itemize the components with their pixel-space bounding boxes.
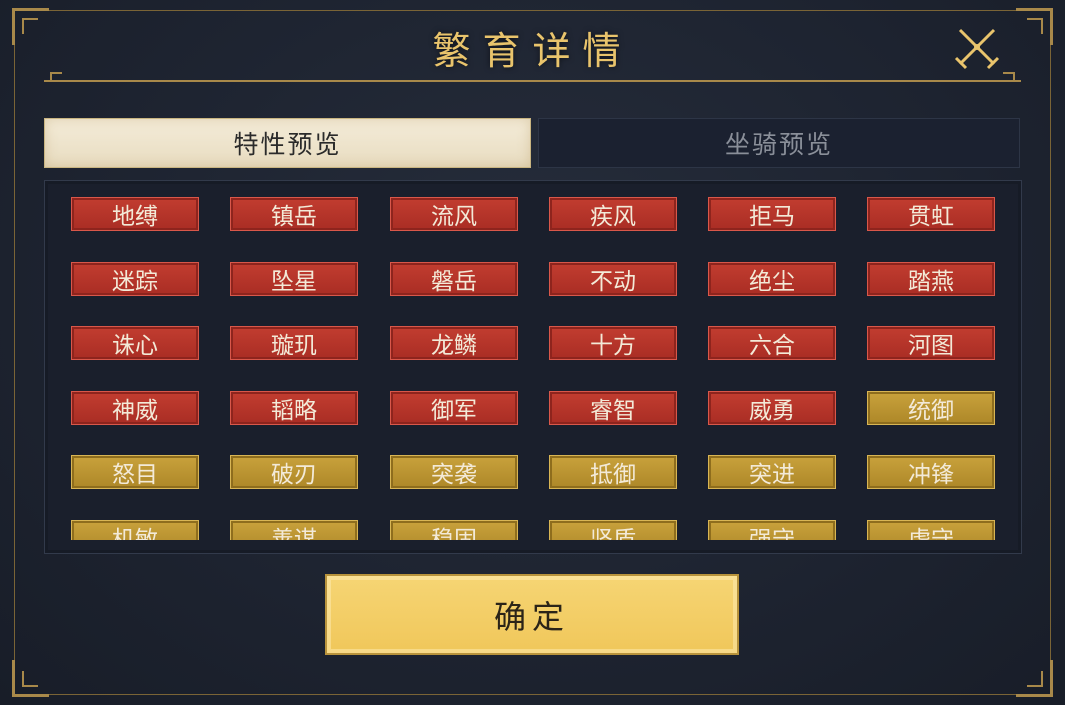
trait-tag[interactable]: 怒目 [71,455,199,489]
trait-tag[interactable]: 迷踪 [71,262,199,296]
corner-ornament [1027,671,1043,687]
trait-tag[interactable]: 龙鳞 [390,326,518,360]
trait-tag[interactable]: 地缚 [71,197,199,231]
trait-tag[interactable]: 抵御 [549,455,677,489]
trait-tag[interactable]: 六合 [708,326,836,360]
trait-tag[interactable]: 绝尘 [708,262,836,296]
trait-tag[interactable]: 璇玑 [230,326,358,360]
tab-mount-preview[interactable]: 坐骑预览 [538,118,1020,168]
trait-tag[interactable]: 机敏 [71,520,199,540]
trait-tag[interactable]: 韬略 [230,391,358,425]
trait-tag[interactable]: 破刃 [230,455,358,489]
trait-tag[interactable]: 睿智 [549,391,677,425]
trait-tag[interactable]: 统御 [867,391,995,425]
trait-tag[interactable]: 贯虹 [867,197,995,231]
crossed-swords-close-icon [954,28,1000,70]
trait-tag[interactable]: 稳固 [390,520,518,540]
trait-tag[interactable]: 疾风 [549,197,677,231]
trait-tag[interactable]: 冲锋 [867,455,995,489]
trait-tag[interactable]: 神威 [71,391,199,425]
close-button[interactable] [952,24,1002,70]
trait-tag[interactable]: 镇岳 [230,197,358,231]
trait-tag[interactable]: 十方 [549,326,677,360]
trait-tag[interactable]: 突进 [708,455,836,489]
trait-tag[interactable]: 磐岳 [390,262,518,296]
title-divider [44,72,1021,82]
confirm-button[interactable]: 确定 [325,574,739,655]
trait-grid-panel: 地缚 镇岳 流风 疾风 拒马 贯虹迷踪 坠星 磐岳 不动 绝尘 踏燕诛心 璇玑 龙鳞 十方 六合 河图神威 韬略… [44,180,1022,554]
trait-tag[interactable]: 强守 [708,520,836,540]
trait-tag[interactable]: 突袭 [390,455,518,489]
dialog-title: 繁育详情 [432,29,633,73]
trait-tag[interactable]: 诛心 [71,326,199,360]
trait-tag[interactable]: 踏燕 [867,262,995,296]
trait-tag[interactable]: 坚盾 [549,520,677,540]
trait-tag[interactable]: 善谋 [230,520,358,540]
breeding-details-dialog: 繁育详情 特性预览 坐骑预览 地缚 镇岳 流风 疾风 拒马 贯虹迷踪 坠星 磐岳 不动 绝尘 踏燕诛… [0,0,1065,705]
trait-tag[interactable]: 流风 [390,197,518,231]
trait-tag[interactable]: 河图 [867,326,995,360]
trait-tag[interactable]: 御军 [390,391,518,425]
trait-tag[interactable]: 不动 [549,262,677,296]
trait-tag[interactable]: 虚守 [867,520,995,540]
trait-tag[interactable]: 威勇 [708,391,836,425]
trait-tag[interactable]: 拒马 [708,197,836,231]
tab-trait-preview[interactable]: 特性预览 [44,118,531,168]
trait-grid[interactable]: 地缚 镇岳 流风 疾风 拒马 贯虹迷踪 坠星 磐岳 不动 绝尘 踏燕诛心 璇玑 龙鳞 十方 六合 河图神威 韬略… [71,197,1001,540]
corner-ornament [22,671,38,687]
trait-tag[interactable]: 坠星 [230,262,358,296]
